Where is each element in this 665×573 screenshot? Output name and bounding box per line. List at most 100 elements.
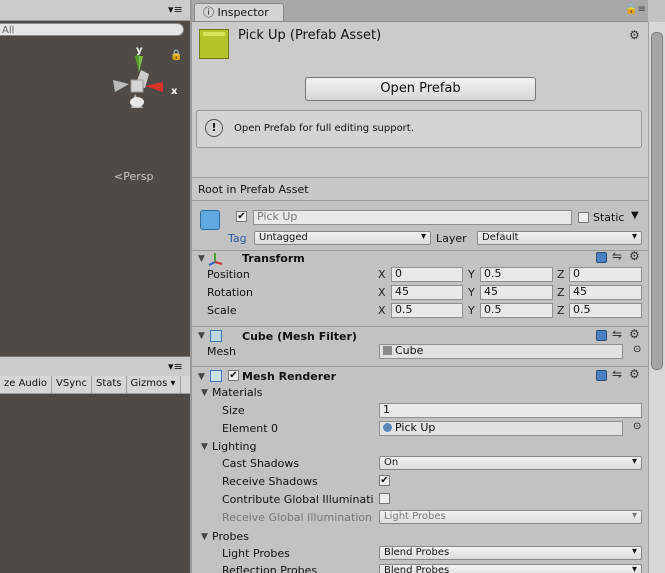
help-book-icon[interactable] <box>596 252 607 263</box>
position-x-field[interactable]: 0 <box>391 267 463 282</box>
reflection-probes-dropdown[interactable]: Blend Probes <box>379 564 642 573</box>
mesh-value: Cube <box>395 344 424 357</box>
static-checkbox[interactable] <box>578 212 589 223</box>
gizmos-dropdown[interactable]: Gizmos ▾ <box>127 376 181 393</box>
prefab-cube-icon <box>199 29 229 59</box>
light-probes-value: Blend Probes <box>384 547 450 558</box>
reflection-probes-label: Reflection Probes <box>222 564 318 573</box>
position-y-field[interactable]: 0.5 <box>480 267 553 282</box>
maximize-audio-toggle[interactable]: ze Audio <box>0 376 53 393</box>
transform-axis-icon <box>208 253 223 266</box>
rotation-x-field[interactable]: 45 <box>391 285 463 300</box>
active-checkbox[interactable]: ✔ <box>236 211 247 222</box>
mesh-object-field[interactable]: Cube <box>379 344 623 359</box>
settings-gear-icon[interactable]: ⚙ <box>629 327 640 341</box>
materials-foldout-icon[interactable]: ▼ <box>201 388 208 398</box>
lock-icon[interactable]: 🔒≡ <box>625 4 646 15</box>
tag-label: Tag <box>228 232 247 245</box>
inspector-tabbar: ⓘ Inspector 🔒≡ <box>192 0 648 22</box>
axis-y-label: y <box>136 45 143 56</box>
object-picker-icon[interactable]: ⊙ <box>633 421 641 432</box>
preset-sliders-icon[interactable]: ⇋ <box>612 367 622 381</box>
settings-gear-icon[interactable]: ⚙ <box>629 249 640 263</box>
scrollbar-thumb[interactable] <box>651 32 663 370</box>
axis-x-label: X <box>378 268 386 281</box>
scene-view[interactable]: 🔒 y x <Persp <box>0 38 190 356</box>
scale-x-field[interactable]: 0.5 <box>391 303 463 318</box>
contribute-gi-label: Contribute Global Illuminati <box>222 493 374 506</box>
help-book-icon[interactable] <box>596 330 607 341</box>
preset-sliders-icon[interactable]: ⇋ <box>612 327 622 341</box>
settings-gear-icon[interactable]: ⚙ <box>629 367 640 381</box>
layer-value: Default <box>482 232 519 243</box>
tab-inspector[interactable]: ⓘ Inspector <box>194 3 284 21</box>
prefab-title: Pick Up (Prefab Asset) <box>238 28 382 43</box>
element0-label: Element 0 <box>222 422 279 435</box>
cast-shadows-label: Cast Shadows <box>222 457 300 470</box>
meshrenderer-enabled-checkbox[interactable]: ✔ <box>228 370 239 381</box>
rotation-y-field[interactable]: 45 <box>480 285 553 300</box>
divider <box>192 366 648 367</box>
static-label: Static <box>593 211 625 224</box>
axis-x-label: X <box>378 304 386 317</box>
layer-dropdown[interactable]: Default <box>477 231 642 245</box>
root-bar: Root in Prefab Asset <box>192 177 648 201</box>
axis-y-label: Y <box>468 286 475 299</box>
meshfilter-foldout-icon[interactable]: ▼ <box>198 331 205 341</box>
reflection-probes-value: Blend Probes <box>384 565 450 573</box>
scale-z-field[interactable]: 0.5 <box>569 303 642 318</box>
lighting-foldout-icon[interactable]: ▼ <box>201 442 208 452</box>
help-book-icon[interactable] <box>596 370 607 381</box>
settings-gear-icon[interactable]: ⚙ <box>629 28 640 42</box>
tag-dropdown[interactable]: Untagged <box>254 231 431 245</box>
contribute-gi-checkbox[interactable] <box>379 493 390 504</box>
object-name-field[interactable]: Pick Up <box>253 210 572 225</box>
inspector-panel: ⓘ Inspector 🔒≡ Pick Up (Prefab Asset) ⚙ … <box>192 0 648 573</box>
cast-shadows-dropdown[interactable]: On <box>379 456 642 470</box>
meshrenderer-foldout-icon[interactable]: ▼ <box>198 372 205 382</box>
gameobject-cube-icon[interactable] <box>200 210 220 230</box>
help-box: ! Open Prefab for full editing support. <box>196 110 642 148</box>
vsync-toggle[interactable]: VSync <box>52 376 92 393</box>
panel-menu-icon[interactable]: ▾≡ <box>168 360 183 373</box>
warning-icon: ! <box>205 119 223 137</box>
scene-search-input[interactable]: All <box>0 23 184 36</box>
divider <box>192 250 648 251</box>
stats-toggle[interactable]: Stats <box>92 376 127 393</box>
meshfilter-title: Cube (Mesh Filter) <box>242 330 357 343</box>
scale-y-field[interactable]: 0.5 <box>480 303 553 318</box>
rotation-z-field[interactable]: 45 <box>569 285 642 300</box>
gameobject-header: ✔ Pick Up Static ▼ Tag Untagged Layer De… <box>192 202 648 250</box>
object-picker-icon[interactable]: ⊙ <box>633 344 641 355</box>
open-prefab-button[interactable]: Open Prefab <box>305 77 536 101</box>
preset-sliders-icon[interactable]: ⇋ <box>612 249 622 263</box>
layer-label: Layer <box>436 232 467 245</box>
receive-shadows-checkbox[interactable]: ✔ <box>379 475 390 486</box>
axis-z-label: Z <box>557 286 565 299</box>
axis-x-label: X <box>378 286 386 299</box>
lighting-label: Lighting <box>212 440 257 453</box>
scale-label: Scale <box>207 304 237 317</box>
receive-shadows-label: Receive Shadows <box>222 475 318 488</box>
tab-inspector-label: Inspector <box>217 6 269 19</box>
probes-label: Probes <box>212 530 249 543</box>
light-probes-dropdown[interactable]: Blend Probes <box>379 546 642 560</box>
size-field[interactable]: 1 <box>379 403 642 418</box>
tag-value: Untagged <box>259 232 308 243</box>
position-label: Position <box>207 268 250 281</box>
scene-gizmo-icon[interactable]: y x <box>105 42 185 122</box>
game-view[interactable] <box>0 394 190 573</box>
transform-foldout-icon[interactable]: ▼ <box>198 254 205 264</box>
persp-label[interactable]: <Persp <box>114 170 153 183</box>
static-dropdown-icon[interactable]: ▼ <box>631 210 639 221</box>
material-icon <box>383 423 392 432</box>
mesh-icon <box>383 346 392 355</box>
info-icon: ⓘ <box>203 6 214 19</box>
receive-gi-dropdown: Light Probes <box>379 510 642 524</box>
axis-z-label: Z <box>557 268 565 281</box>
size-label: Size <box>222 404 245 417</box>
probes-foldout-icon[interactable]: ▼ <box>201 532 208 542</box>
panel-menu-icon[interactable]: ▾≡ <box>168 3 183 16</box>
element0-object-field[interactable]: Pick Up <box>379 421 623 436</box>
position-z-field[interactable]: 0 <box>569 267 642 282</box>
